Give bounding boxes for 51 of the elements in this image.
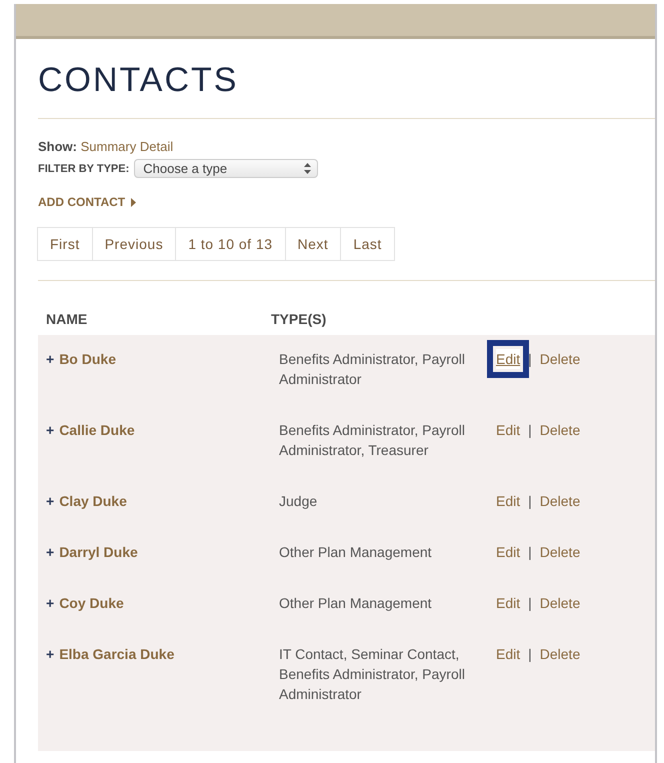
delete-link[interactable]: Delete — [540, 593, 580, 613]
pagination-button[interactable]: First — [37, 227, 93, 261]
filter-label: FILTER BY TYPE: — [38, 162, 130, 174]
edit-link[interactable]: Edit — [496, 420, 520, 440]
contact-name-link[interactable]: Elba Garcia Duke — [59, 644, 174, 704]
caret-icon — [131, 198, 136, 206]
column-header: NAME — [46, 311, 88, 327]
delete-link[interactable]: Delete — [540, 349, 580, 369]
delete-link[interactable]: Delete — [540, 542, 580, 562]
edit-link[interactable]: Edit — [496, 593, 520, 613]
type-select[interactable]: Choose a type — [134, 159, 318, 178]
pagination-button[interactable]: 1 to 10 of 13 — [175, 227, 286, 261]
separator: | — [528, 645, 532, 664]
contact-name-link[interactable]: Callie Duke — [59, 420, 135, 460]
separator: | — [528, 421, 532, 440]
contact-types: IT Contact, Seminar Contact, Benefits Administrator, Payroll Administrator — [278, 645, 466, 704]
edit-link[interactable]: Edit — [496, 491, 520, 511]
delete-link[interactable]: Delete — [540, 644, 580, 664]
summary-detail-link[interactable]: Summary Detail — [80, 139, 174, 154]
contact-types: Benefits Administrator, Payroll Administrator, Treasurer — [278, 421, 466, 460]
column-header: TYPE(S) — [271, 311, 328, 327]
contact-types: Benefits Administrator, Payroll Administrator — [278, 350, 466, 389]
contact-name-link[interactable]: Darryl Duke — [59, 542, 138, 562]
contact-types: Other Plan Management — [278, 594, 433, 613]
separator: | — [528, 594, 532, 613]
page-title: CONTACTS — [38, 60, 240, 101]
expand-toggle[interactable]: + — [46, 593, 54, 613]
pagination-button[interactable]: Next — [284, 227, 342, 261]
add-contact-link[interactable]: ADD CONTACT — [38, 195, 136, 209]
contact-types: Judge — [278, 492, 318, 511]
show-label: Show: — [38, 139, 77, 154]
edit-link[interactable]: Edit — [496, 644, 520, 664]
contact-types: Other Plan Management — [278, 543, 433, 562]
pagination-button[interactable]: Last — [340, 227, 395, 261]
delete-link[interactable]: Delete — [540, 491, 580, 511]
separator: | — [528, 350, 532, 369]
contact-name-link[interactable]: Clay Duke — [59, 491, 127, 511]
edit-link[interactable]: Edit — [496, 542, 520, 562]
contact-name-link[interactable]: Bo Duke — [59, 349, 116, 389]
pagination-button[interactable]: Previous — [92, 227, 176, 261]
expand-toggle[interactable]: + — [46, 349, 54, 389]
expand-toggle[interactable]: + — [46, 491, 54, 511]
expand-toggle[interactable]: + — [46, 420, 54, 460]
delete-link[interactable]: Delete — [540, 420, 580, 440]
expand-toggle[interactable]: + — [46, 644, 54, 704]
separator: | — [528, 543, 532, 562]
edit-link[interactable]: Edit — [496, 349, 520, 369]
expand-toggle[interactable]: + — [46, 542, 54, 562]
contact-name-link[interactable]: Coy Duke — [59, 593, 124, 613]
spinner-arrows-icon — [304, 163, 312, 174]
separator: | — [528, 492, 532, 511]
